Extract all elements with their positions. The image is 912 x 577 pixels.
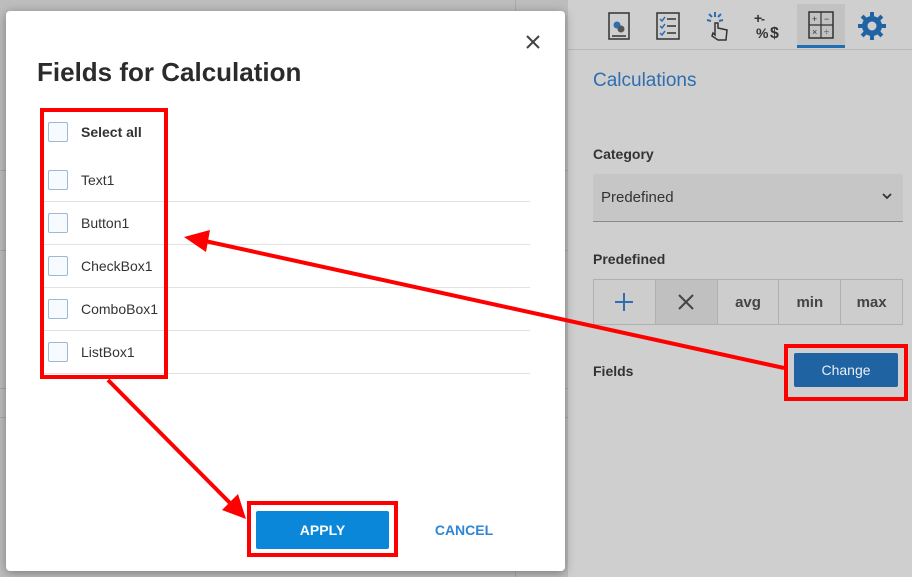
click-action-icon (706, 12, 728, 41)
plus-button[interactable] (594, 280, 656, 324)
toolbar-format-button[interactable]: + - % $ (744, 4, 792, 48)
gear-icon (858, 12, 886, 40)
category-select[interactable]: Predefined (593, 174, 903, 222)
operation-buttons: avg min max (593, 279, 903, 325)
annotation-box-change (784, 344, 908, 401)
svg-text:÷: ÷ (824, 27, 829, 37)
panel-toolbar: + - % $ + − × ÷ (568, 0, 912, 50)
calculator-icon: + − × ÷ (808, 10, 834, 39)
toolbar-settings-button[interactable] (848, 4, 896, 48)
multiply-icon (678, 294, 694, 310)
svg-text:%: % (756, 25, 769, 41)
data-icon (608, 12, 630, 40)
toolbar-calculator-button[interactable]: + − × ÷ (797, 4, 845, 48)
multiply-button[interactable] (655, 280, 718, 324)
fields-label: Fields (593, 363, 634, 379)
toolbar-checklist-button[interactable] (644, 4, 692, 48)
toolbar-action-button[interactable] (694, 4, 742, 48)
panel-title: Calculations (593, 70, 697, 91)
avg-button[interactable]: avg (718, 280, 780, 324)
chevron-down-icon (882, 193, 892, 200)
close-icon (526, 35, 540, 49)
svg-text:-: - (761, 12, 765, 26)
dialog-title: Fields for Calculation (37, 57, 302, 87)
cancel-button[interactable]: CANCEL (432, 519, 496, 541)
plus-icon (615, 293, 634, 311)
svg-text:−: − (824, 14, 829, 24)
category-label: Category (593, 146, 654, 162)
annotation-box-apply (247, 501, 398, 557)
predefined-label: Predefined (593, 251, 666, 267)
properties-panel: + - % $ + − × ÷ Calculations Category Pr… (568, 0, 912, 577)
max-button[interactable]: max (841, 280, 902, 324)
category-value: Predefined (601, 189, 674, 206)
format-icon: + - % $ (754, 11, 779, 41)
svg-text:×: × (812, 27, 817, 37)
svg-text:$: $ (770, 25, 779, 41)
annotation-box-checkbox-list (40, 108, 168, 379)
min-button[interactable]: min (779, 280, 842, 324)
checklist-icon (656, 12, 680, 40)
toolbar-data-button[interactable] (595, 4, 643, 48)
svg-text:+: + (812, 14, 817, 24)
close-button[interactable] (522, 31, 544, 53)
